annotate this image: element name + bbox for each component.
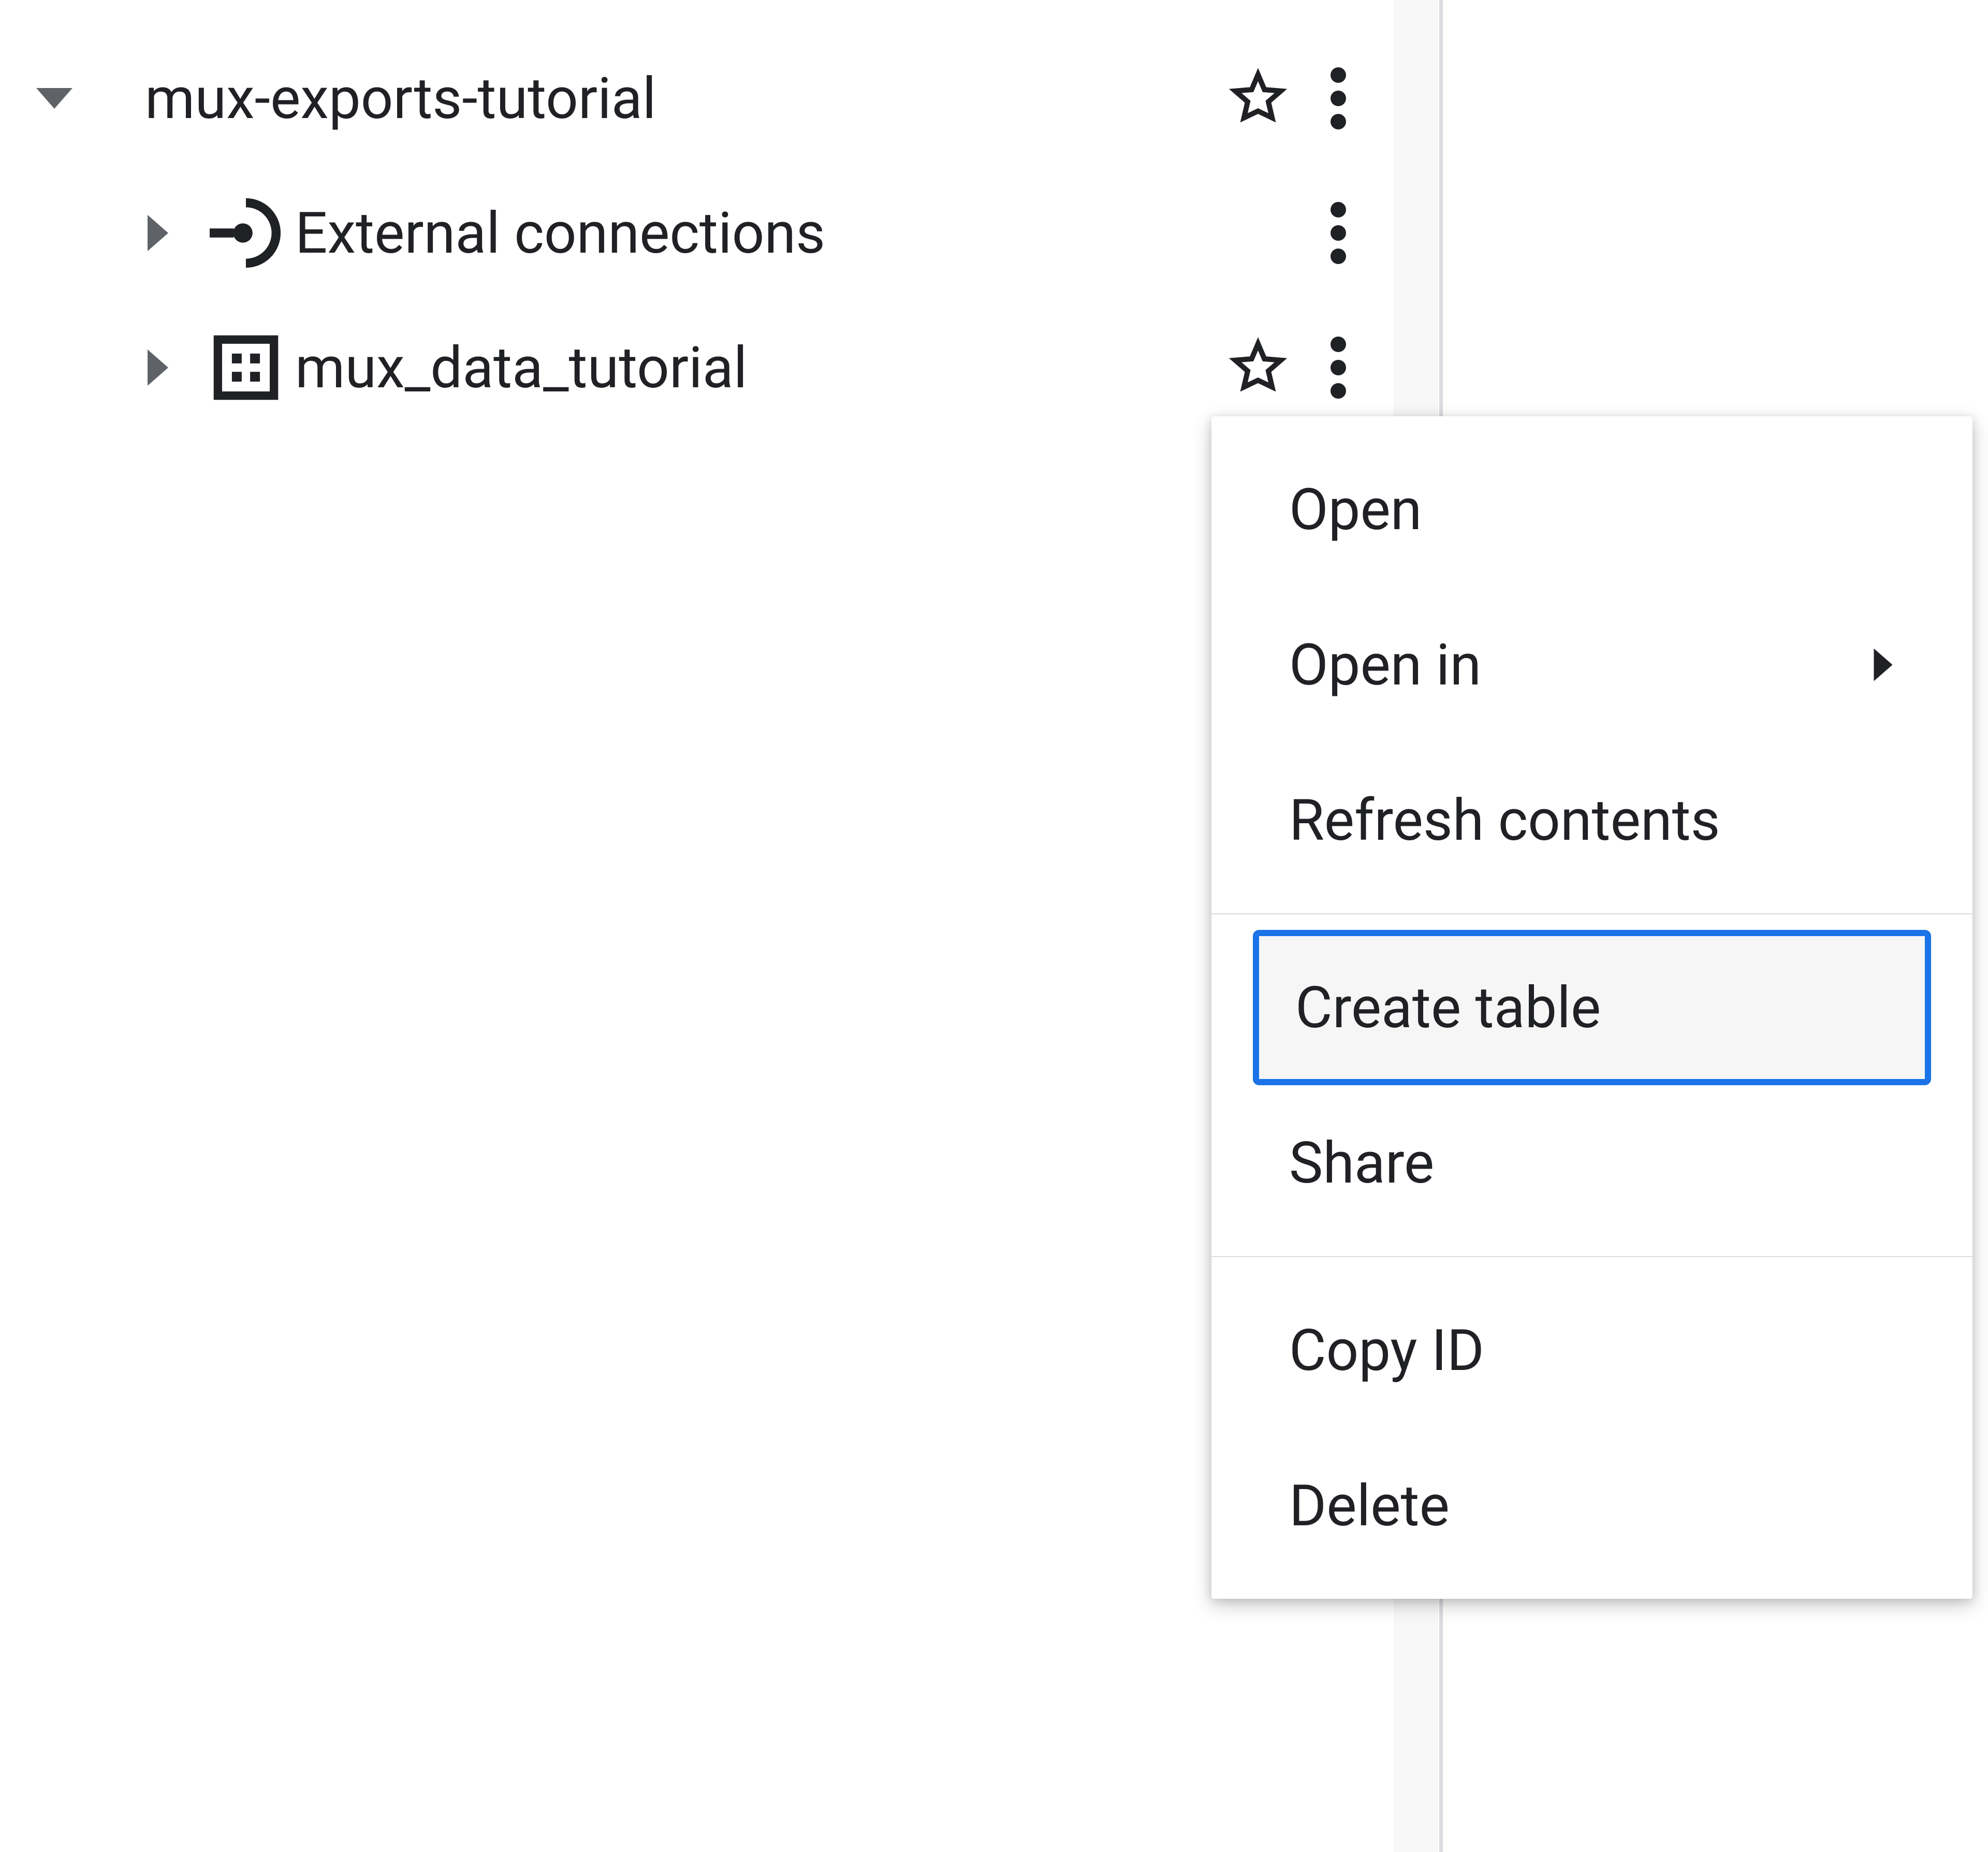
expand-icon[interactable] xyxy=(119,212,197,254)
star-icon[interactable] xyxy=(1211,337,1305,399)
menu-item-label: Copy ID xyxy=(1289,1317,1895,1384)
menu-item-label: Create table xyxy=(1295,974,1889,1041)
tree-project-label: mux-exports-tutorial xyxy=(93,65,1211,132)
more-actions-icon[interactable] xyxy=(1305,337,1372,399)
menu-item-refresh-contents[interactable]: Refresh contents xyxy=(1211,742,1972,898)
menu-item-copy-id[interactable]: Copy ID xyxy=(1211,1273,1972,1428)
expand-icon[interactable] xyxy=(119,347,197,388)
menu-item-create-table[interactable]: Create table xyxy=(1211,930,1972,1085)
context-menu: Open Open in Refresh contents Create tab… xyxy=(1211,416,1972,1599)
connection-icon xyxy=(197,197,295,269)
menu-item-label: Open xyxy=(1289,476,1895,543)
menu-separator xyxy=(1211,913,1972,914)
menu-item-label: Refresh contents xyxy=(1289,787,1895,854)
more-actions-icon[interactable] xyxy=(1305,202,1372,264)
menu-item-delete[interactable]: Delete xyxy=(1211,1428,1972,1583)
menu-item-label: Open in xyxy=(1289,632,1864,698)
tree-item-label: mux_data_tutorial xyxy=(295,334,1211,401)
menu-item-open[interactable]: Open xyxy=(1211,432,1972,587)
menu-item-share[interactable]: Share xyxy=(1211,1085,1972,1241)
explorer-tree: mux-exports-tutorial External connection… xyxy=(16,31,1372,435)
tree-row-external-connections[interactable]: External connections xyxy=(16,166,1372,300)
collapse-icon[interactable] xyxy=(16,85,93,111)
tree-row-dataset[interactable]: mux_data_tutorial xyxy=(16,300,1372,435)
dataset-icon xyxy=(197,334,295,401)
menu-item-label: Share xyxy=(1289,1130,1895,1197)
star-icon[interactable] xyxy=(1211,67,1305,129)
menu-separator xyxy=(1211,1256,1972,1257)
menu-item-open-in[interactable]: Open in xyxy=(1211,587,1972,742)
tree-row-project[interactable]: mux-exports-tutorial xyxy=(16,31,1372,166)
tree-item-label: External connections xyxy=(295,200,1211,267)
submenu-arrow-icon xyxy=(1864,646,1895,683)
menu-item-label: Delete xyxy=(1289,1472,1895,1539)
more-actions-icon[interactable] xyxy=(1305,67,1372,129)
